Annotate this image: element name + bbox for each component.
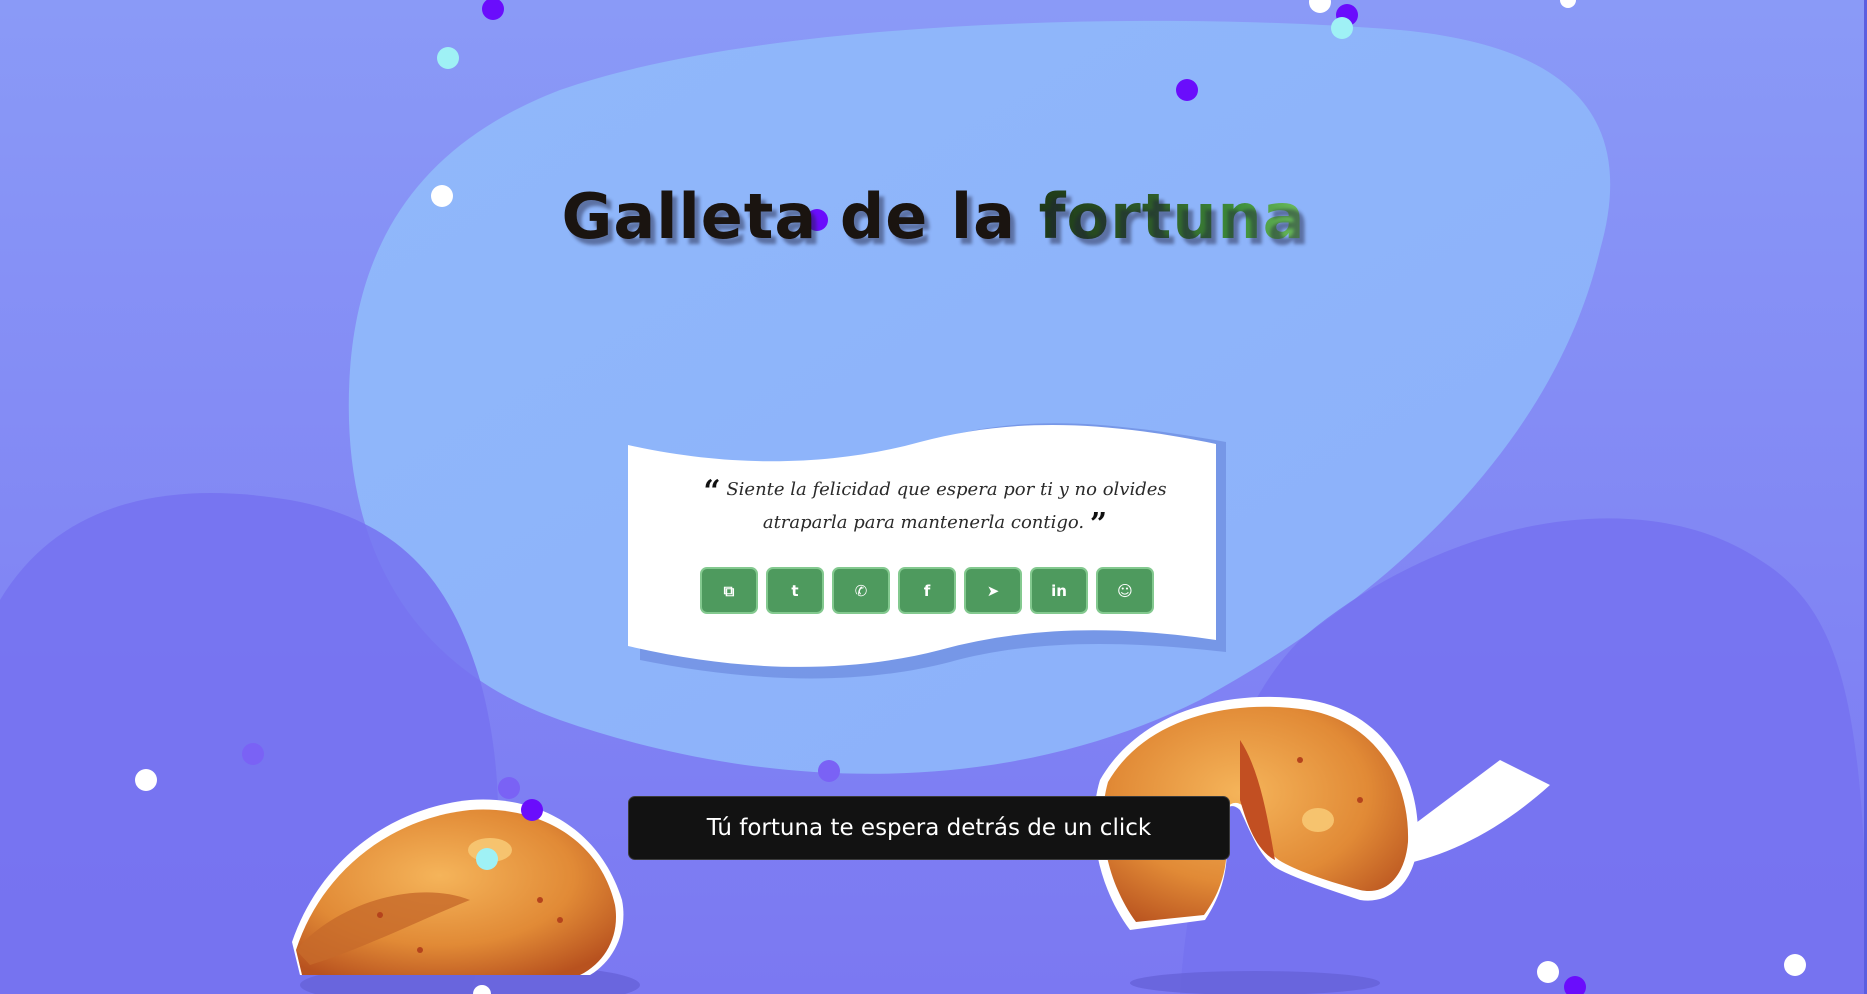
reddit-button[interactable]: ☺ (1096, 567, 1154, 614)
cta-label: Tú fortuna te espera detrás de un click (706, 815, 1152, 841)
linkedin-icon: in (1051, 581, 1067, 600)
title-main: Galleta de la (561, 180, 1039, 253)
linkedin-button[interactable]: in (1030, 567, 1088, 614)
page-title: Galleta de la fortuna (0, 180, 1867, 253)
open-quote-mark: “ (703, 474, 721, 509)
twitter-icon: t (791, 581, 799, 600)
title-accent: fortuna (1038, 180, 1306, 253)
telegram-button[interactable]: ➤ (964, 567, 1022, 614)
telegram-icon: ➤ (986, 581, 1000, 600)
open-fortune-button[interactable]: Tú fortuna te espera detrás de un click (628, 796, 1230, 860)
twitter-button[interactable]: t (766, 567, 824, 614)
facebook-button[interactable]: f (898, 567, 956, 614)
whatsapp-button[interactable]: ✆ (832, 567, 890, 614)
fortune-card (628, 424, 1216, 667)
whatsapp-icon: ✆ (854, 581, 868, 600)
reddit-icon: ☺ (1117, 581, 1133, 600)
share-buttons: ⧉ t ✆ f ➤ in ☺ (700, 567, 1154, 616)
copy-icon: ⧉ (723, 581, 735, 600)
close-quote-mark: ” (1089, 507, 1108, 542)
copy-button[interactable]: ⧉ (700, 567, 758, 614)
facebook-icon: f (923, 581, 931, 600)
fortune-quote: “ Siente la felicidad que espera por ti … (660, 474, 1210, 540)
